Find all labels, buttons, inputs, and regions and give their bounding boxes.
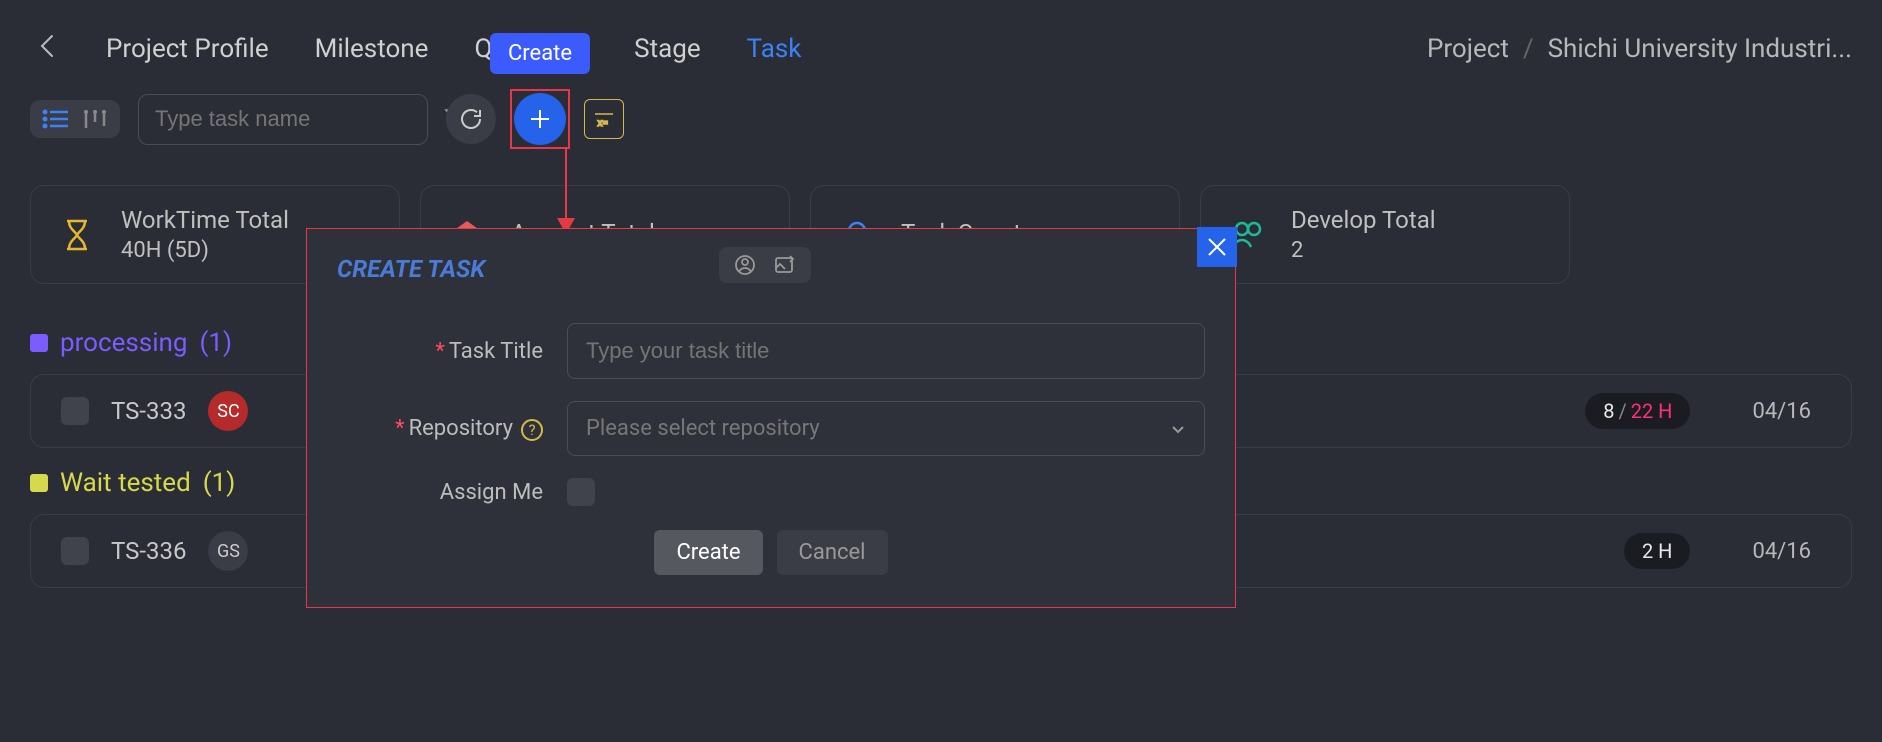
- task-date: 04/16: [1752, 399, 1811, 424]
- assignee-avatar-extra: [1539, 391, 1563, 431]
- assignee-avatar[interactable]: SC: [208, 391, 248, 431]
- assign-me-checkbox[interactable]: [567, 478, 595, 506]
- stat-label: Develop Total: [1291, 206, 1436, 234]
- modal-footer: Create Cancel: [337, 530, 1205, 575]
- assignee-avatar[interactable]: GS: [208, 531, 248, 571]
- relate-user-icon[interactable]: [733, 253, 757, 277]
- stat-label: WorkTime Total: [121, 206, 289, 234]
- group-label: processing: [60, 328, 188, 358]
- assign-me-label: Assign Me: [337, 480, 567, 505]
- task-title-label: *Task Title: [337, 339, 567, 364]
- task-checkbox[interactable]: [61, 537, 89, 565]
- task-id: TS-333: [111, 397, 186, 425]
- nav-tab-task[interactable]: Task: [747, 30, 802, 68]
- create-tooltip: Create: [490, 33, 590, 74]
- breadcrumb-root[interactable]: Project: [1427, 34, 1509, 64]
- breadcrumb-current: Shichi University Industri...: [1548, 34, 1852, 64]
- status-color: [30, 334, 48, 352]
- modal-create-button[interactable]: Create: [654, 530, 762, 575]
- chevron-down-icon: [1170, 421, 1186, 437]
- group-count: (1): [200, 328, 233, 358]
- group-label: Wait tested: [60, 468, 191, 498]
- back-button[interactable]: [30, 24, 64, 73]
- task-search-input[interactable]: [155, 106, 443, 132]
- modal-close-button[interactable]: [1197, 227, 1237, 267]
- refresh-button[interactable]: [446, 94, 496, 144]
- calculator-button[interactable]: x=: [584, 99, 624, 139]
- status-color: [30, 474, 48, 492]
- stat-develop: Develop Total 2: [1200, 185, 1570, 284]
- nav-tab-stage[interactable]: Stage: [634, 30, 700, 68]
- task-id: TS-336: [111, 537, 186, 565]
- modal-form: *Task Title *Repository? Please select r…: [337, 323, 1205, 506]
- modal-cancel-button[interactable]: Cancel: [777, 530, 888, 575]
- breadcrumb-separator: /: [1523, 34, 1534, 64]
- task-title-input[interactable]: [567, 323, 1205, 379]
- hourglass-icon: [57, 215, 97, 255]
- svg-text:x=: x=: [598, 118, 608, 129]
- annotation-arrow: [565, 148, 567, 230]
- task-search[interactable]: [138, 94, 428, 145]
- list-view-icon[interactable]: [42, 108, 70, 130]
- group-count: (1): [203, 468, 236, 498]
- nav-tab-project-profile[interactable]: Project Profile: [106, 30, 269, 68]
- task-checkbox[interactable]: [61, 397, 89, 425]
- stat-value: 40H (5D): [121, 238, 289, 263]
- kanban-view-icon[interactable]: [82, 108, 108, 130]
- nav-tab-milestone[interactable]: Milestone: [315, 30, 429, 68]
- help-icon[interactable]: ?: [521, 419, 543, 441]
- repository-select[interactable]: Please select repository: [567, 401, 1205, 456]
- stat-value: 2: [1291, 238, 1436, 263]
- view-toggle: [30, 100, 120, 138]
- top-navigation: Project Profile Milestone Quotation Stag…: [0, 0, 1882, 93]
- create-button-wrapper: Create: [514, 93, 566, 145]
- breadcrumb: Project / Shichi University Industri...: [1427, 34, 1852, 64]
- task-date: 04/16: [1752, 539, 1811, 564]
- repository-label: *Repository?: [337, 416, 567, 441]
- create-task-button[interactable]: [514, 93, 566, 145]
- hours-badge: 2 H: [1624, 533, 1690, 569]
- toolbar: Create x=: [0, 93, 1882, 145]
- modal-top-actions: [719, 247, 811, 283]
- create-task-modal: CREATE TASK *Task Title *Repository? Ple…: [306, 228, 1236, 608]
- hours-badge: 8 / 22 H: [1585, 393, 1690, 429]
- attach-image-icon[interactable]: [773, 253, 797, 277]
